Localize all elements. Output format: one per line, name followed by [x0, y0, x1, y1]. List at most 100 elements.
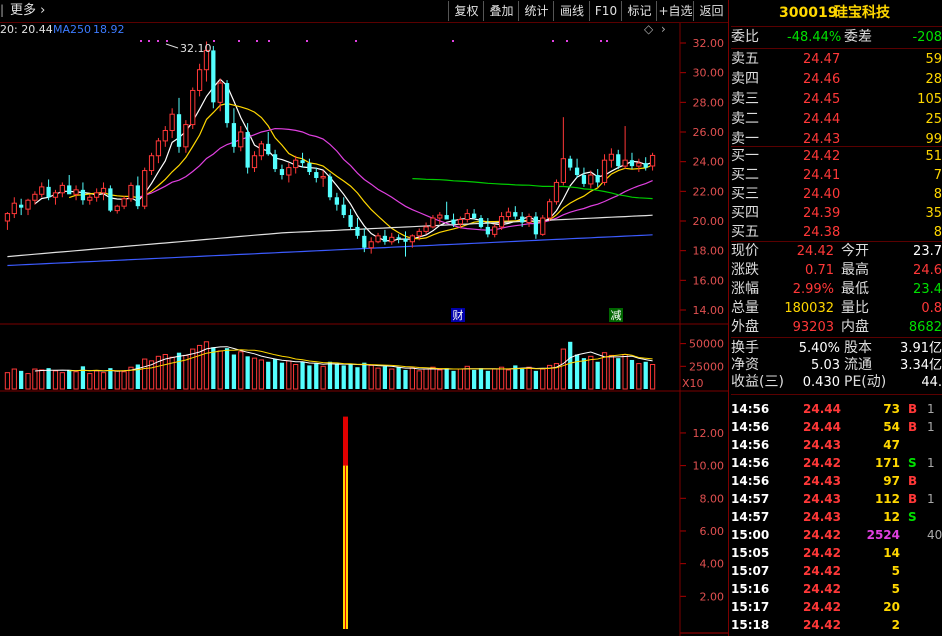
candle-body — [128, 184, 134, 200]
tick-price: 24.44 — [803, 402, 841, 416]
quote-label: 现价 — [731, 243, 759, 259]
buy-level-volume: 35 — [925, 206, 942, 221]
y-tick-label: 32.00 — [693, 37, 725, 50]
event-marker — [268, 40, 270, 42]
buy-level-label: 买四 — [731, 205, 759, 221]
diamond-icon[interactable]: ◇ — [644, 23, 653, 35]
panel-divider — [731, 337, 942, 338]
tick-volume: 14 — [883, 546, 900, 560]
tick-count: 1 — [927, 420, 935, 434]
candle-body — [314, 172, 319, 178]
y-tick-label: 24.00 — [693, 156, 725, 169]
candle-body — [581, 175, 587, 184]
sell-level-label: 卖三 — [731, 91, 759, 107]
event-marker — [600, 40, 602, 42]
volume-bar — [348, 364, 353, 389]
candle-body — [211, 50, 216, 103]
volume-bar — [4, 372, 11, 390]
event-flag-label: 减 — [611, 309, 622, 322]
candle-body — [80, 189, 86, 201]
volume-bar — [588, 355, 594, 390]
event-marker — [256, 40, 258, 42]
indicator-tick-label: 4.00 — [700, 558, 725, 571]
volume-bar — [520, 369, 525, 389]
y-tick-label: 26.00 — [693, 126, 725, 139]
indicator-tick-label: 12.00 — [693, 427, 725, 440]
candle-body — [348, 215, 353, 227]
candle-body — [403, 238, 408, 242]
tick-side: B — [908, 420, 918, 434]
candle-body — [217, 82, 223, 103]
stat-label: 股本 — [844, 340, 872, 356]
volume-bar — [389, 368, 395, 390]
tick-side: S — [908, 456, 917, 470]
candle-body — [601, 159, 608, 183]
candle-body — [67, 185, 72, 195]
buy-level-price: 24.42 — [803, 149, 841, 164]
volume-bar — [595, 361, 600, 389]
volume-bar — [320, 365, 326, 390]
volume-bar — [100, 372, 107, 390]
quote-value: 2.99% — [792, 282, 834, 297]
tick-time: 15:17 — [731, 600, 770, 614]
indicator-tick-label: 10.00 — [693, 460, 725, 473]
event-marker — [140, 40, 142, 42]
volume-bar — [251, 357, 258, 390]
sell-level-volume: 59 — [925, 52, 942, 67]
candle-body — [568, 158, 573, 168]
candle-body — [231, 123, 237, 147]
candle-body — [121, 198, 127, 207]
quote-value: 93203 — [792, 320, 834, 335]
candle-body — [649, 154, 656, 167]
panel-vertical-divider — [728, 0, 729, 636]
volume-bar — [629, 359, 635, 389]
sell-level-volume: 99 — [925, 132, 942, 147]
candle-body — [114, 205, 120, 212]
high-pointer — [165, 43, 179, 49]
indicator-panel: 12.00 10.00 8.00 6.00 4.00 2.00 — [343, 416, 728, 634]
stat-value: 44. — [921, 375, 942, 390]
candle-body — [19, 204, 24, 208]
quote-label: 最低 — [841, 281, 869, 297]
volume-bar — [430, 366, 436, 390]
sell-level-price: 24.44 — [803, 112, 841, 127]
buy-level-price: 24.38 — [803, 225, 841, 240]
quote-label: 最高 — [841, 262, 869, 278]
candle-body — [94, 192, 100, 198]
stat-value: 0.430 — [802, 375, 840, 390]
volume-bar — [142, 358, 148, 390]
volume-bar — [59, 372, 65, 390]
candle-body — [485, 226, 490, 235]
quote-label: 今开 — [841, 243, 869, 259]
tick-count: 1 — [927, 402, 935, 416]
buy-level-price: 24.40 — [803, 187, 841, 202]
chart-area[interactable]: 32.00 30.00 28.00 26.00 24.00 22.00 20.00 18.00… — [0, 0, 728, 636]
quote-label: 外盘 — [731, 319, 759, 335]
weibi-label: 委比 — [731, 29, 759, 45]
volume-bar — [457, 368, 464, 390]
indicator-tick-label: 8.00 — [700, 492, 725, 505]
event-flag-label: 财 — [453, 308, 464, 322]
ma250-line — [7, 234, 653, 267]
candle-body — [409, 235, 415, 243]
candle-body — [25, 199, 31, 210]
tick-price: 24.44 — [803, 420, 841, 434]
candle-body — [478, 218, 484, 227]
volume-bar — [526, 366, 532, 390]
volume-bar — [471, 369, 477, 389]
volume-bar — [560, 348, 566, 390]
stat-value: 5.40% — [798, 341, 840, 356]
expand-chevron-icon[interactable]: › — [661, 23, 666, 35]
candle-body — [52, 192, 59, 198]
volume-bar — [382, 366, 388, 389]
candle-body — [382, 235, 388, 242]
tick-side: S — [908, 510, 917, 524]
y-tick-label: 16.00 — [693, 274, 725, 287]
volume-bar — [245, 356, 250, 389]
candle-body — [588, 174, 594, 185]
buy-level-label: 买五 — [731, 224, 759, 240]
volume-bar — [636, 363, 642, 390]
volume-bar — [238, 351, 244, 390]
volume-bar — [574, 354, 580, 389]
candle-body — [533, 216, 539, 235]
